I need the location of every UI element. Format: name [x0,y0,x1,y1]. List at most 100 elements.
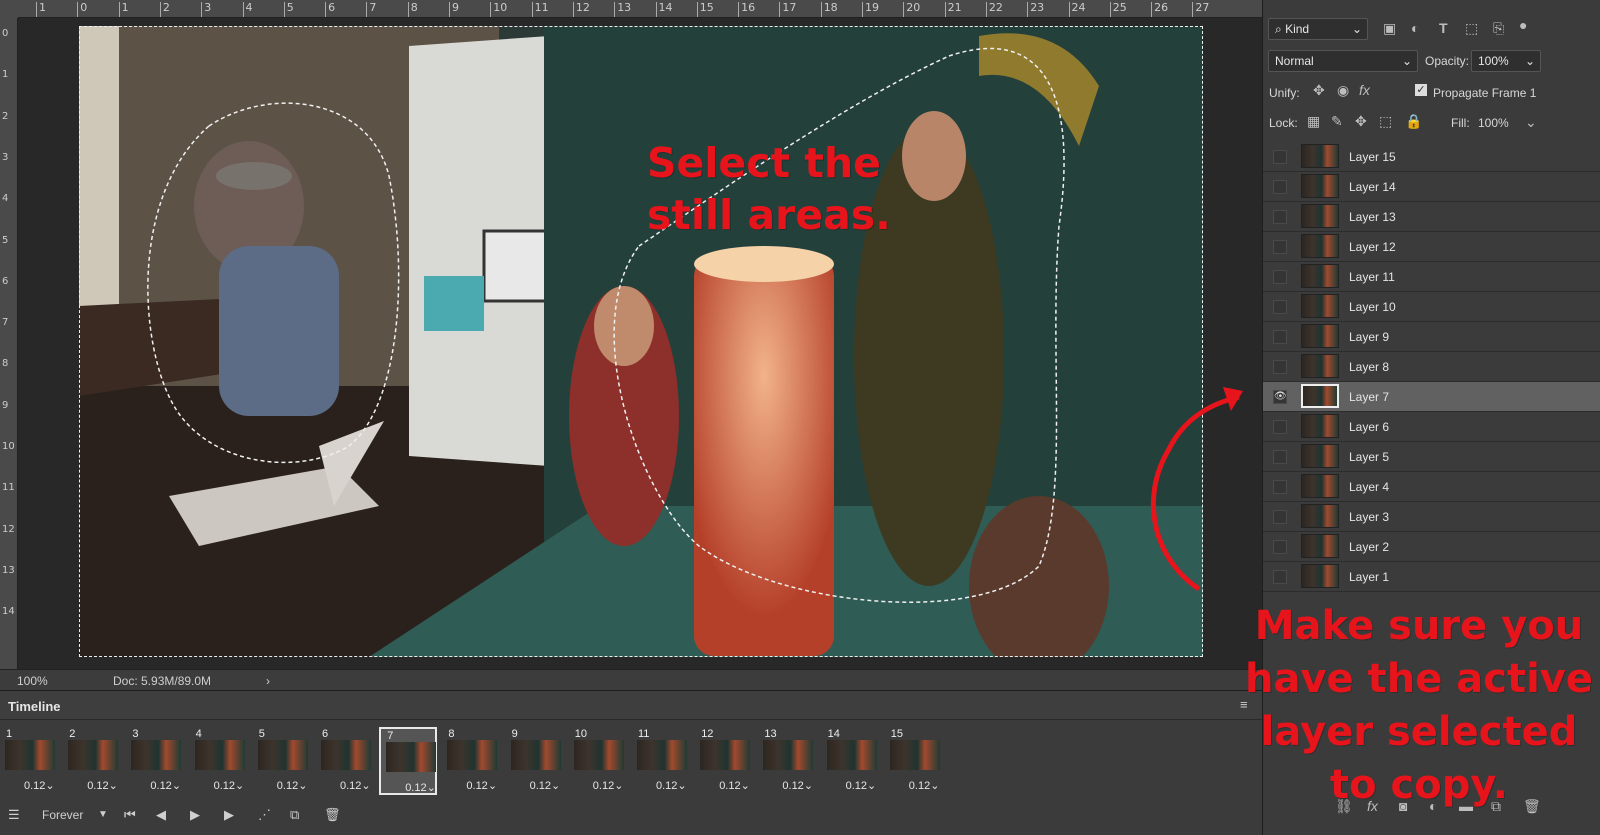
layer-row[interactable]: Layer 6 [1263,412,1600,442]
visibility-eye-icon[interactable] [1273,480,1287,494]
layer-name[interactable]: Layer 4 [1349,480,1389,494]
layer-row[interactable]: 👁 Layer 7 [1263,382,1600,412]
layer-row[interactable]: Layer 11 [1263,262,1600,292]
layer-name[interactable]: Layer 15 [1349,150,1396,164]
timeline-title[interactable]: Timeline [8,699,61,714]
frame-delay[interactable]: 0.12⌄ [909,779,940,792]
timeline-frame[interactable]: 15 0.12⌄ [885,727,943,795]
layer-name[interactable]: Layer 11 [1349,270,1395,284]
duplicate-frame-icon[interactable]: ⧉ [290,807,299,823]
visibility-eye-icon[interactable] [1273,540,1287,554]
timeline-frame[interactable]: 13 0.12⌄ [758,727,816,795]
layer-name[interactable]: Layer 7 [1349,390,1389,404]
ruler-vertical[interactable]: 0 1 2 3 4 5 6 7 8 9 10 11 12 13 14 [0,18,18,672]
timeline-frame[interactable]: 10 0.12⌄ [569,727,627,795]
visibility-eye-icon[interactable] [1273,270,1287,284]
visibility-eye-icon[interactable] [1273,570,1287,584]
ruler-horizontal[interactable]: 1 0 1 2 3 4 5 6 7 8 9 10 11 12 13 14 15 16 17 18 19 20 21 22 23 2… [18,0,1262,18]
layer-name[interactable]: Layer 5 [1349,450,1389,464]
visibility-eye-icon[interactable] [1273,420,1287,434]
adjustment-filter-icon[interactable]: ◐ [1411,20,1419,36]
visibility-eye-icon[interactable] [1273,300,1287,314]
layer-row[interactable]: Layer 4 [1263,472,1600,502]
play-icon[interactable]: ▶ [190,807,200,823]
frame-delay[interactable]: 0.12⌄ [150,779,181,792]
timeline-frame[interactable]: 4 0.12⌄ [190,727,248,795]
timeline-frame[interactable]: 3 0.12⌄ [126,727,184,795]
timeline-frame[interactable]: 12 0.12⌄ [695,727,753,795]
timeline-frame[interactable]: 2 0.12⌄ [63,727,121,795]
lock-artboard-icon[interactable]: ⬚ [1379,113,1392,130]
visibility-eye-icon[interactable]: 👁 [1273,390,1287,404]
layer-row[interactable]: Layer 8 [1263,352,1600,382]
frame-delay[interactable]: 0.12⌄ [466,779,497,792]
filter-toggle-icon[interactable]: ● [1519,17,1527,33]
lock-image-icon[interactable]: ✎ [1331,113,1343,130]
layer-row[interactable]: Layer 2 [1263,532,1600,562]
visibility-eye-icon[interactable] [1273,450,1287,464]
visibility-eye-icon[interactable] [1273,180,1287,194]
frame-delay[interactable]: 0.12⌄ [530,779,561,792]
timeline-frame[interactable]: 1 0.12⌄ [0,727,58,795]
unify-style-icon[interactable]: fx [1359,82,1370,98]
visibility-eye-icon[interactable] [1273,240,1287,254]
lock-position-icon[interactable]: ✥ [1355,113,1367,130]
next-frame-icon[interactable]: ▶ [224,807,234,823]
blend-mode-select[interactable]: Normal ⌄ [1268,50,1418,72]
timeline-frame[interactable]: 5 0.12⌄ [253,727,311,795]
layer-row[interactable]: Layer 10 [1263,292,1600,322]
frame-delay[interactable]: 0.12⌄ [214,779,245,792]
convert-timeline-icon[interactable]: ☰ [8,807,20,823]
visibility-eye-icon[interactable] [1273,150,1287,164]
chevron-down-icon[interactable]: ⌄ [1525,114,1537,131]
opacity-input[interactable]: 100% ⌄ [1471,50,1541,72]
timeline-frame[interactable]: 14 0.12⌄ [822,727,880,795]
lock-transparent-icon[interactable]: ▦ [1307,113,1320,130]
layer-row[interactable]: Layer 1 [1263,562,1600,592]
type-filter-icon[interactable]: T [1439,20,1448,36]
layer-name[interactable]: Layer 2 [1349,540,1389,554]
layer-row[interactable]: Layer 13 [1263,202,1600,232]
layer-name[interactable]: Layer 3 [1349,510,1389,524]
frame-delay[interactable]: 0.12⌄ [277,779,308,792]
layer-name[interactable]: Layer 6 [1349,420,1389,434]
layer-name[interactable]: Layer 13 [1349,210,1396,224]
layer-name[interactable]: Layer 9 [1349,330,1389,344]
frame-delay[interactable]: 0.12⌄ [87,779,118,792]
timeline-frame[interactable]: 7 0.12⌄ [379,727,438,795]
first-frame-icon[interactable]: ⏮ [124,807,136,823]
frame-delay[interactable]: 0.12⌄ [846,779,877,792]
lock-all-icon[interactable]: 🔒 [1405,113,1422,130]
frame-delay[interactable]: 0.12⌄ [405,781,436,794]
timeline-frame[interactable]: 8 0.12⌄ [442,727,500,795]
layer-name[interactable]: Layer 8 [1349,360,1389,374]
visibility-eye-icon[interactable] [1273,510,1287,524]
timeline-frame[interactable]: 11 0.12⌄ [632,727,690,795]
timeline-frame[interactable]: 9 0.12⌄ [506,727,564,795]
frame-delay[interactable]: 0.12⌄ [782,779,813,792]
smart-object-filter-icon[interactable]: ⎘ [1493,20,1504,37]
layer-row[interactable]: Layer 3 [1263,502,1600,532]
previous-frame-icon[interactable]: ◀ [156,807,166,823]
layer-name[interactable]: Layer 10 [1349,300,1396,314]
pixel-filter-icon[interactable]: ▣ [1383,20,1396,37]
layer-row[interactable]: Layer 14 [1263,172,1600,202]
layer-row[interactable]: Layer 5 [1263,442,1600,472]
visibility-eye-icon[interactable] [1273,360,1287,374]
layer-name[interactable]: Layer 14 [1349,180,1396,194]
frame-delay[interactable]: 0.12⌄ [719,779,750,792]
doc-size[interactable]: Doc: 5.93M/89.0M [113,674,211,688]
frame-delay[interactable]: 0.12⌄ [24,779,55,792]
layer-row[interactable]: Layer 9 [1263,322,1600,352]
layer-name[interactable]: Layer 12 [1349,240,1396,254]
layer-row[interactable]: Layer 12 [1263,232,1600,262]
loop-dropdown-icon[interactable]: ▼ [98,809,108,820]
status-menu-arrow[interactable]: › [266,674,270,688]
zoom-level[interactable]: 100% [17,674,48,688]
document-canvas[interactable]: Select the still areas. [19,19,1262,669]
unify-position-icon[interactable]: ✥ [1313,82,1325,99]
frame-delay[interactable]: 0.12⌄ [656,779,687,792]
layer-name[interactable]: Layer 1 [1349,570,1389,584]
visibility-eye-icon[interactable] [1273,330,1287,344]
unify-visibility-icon[interactable]: ◉ [1337,82,1349,99]
